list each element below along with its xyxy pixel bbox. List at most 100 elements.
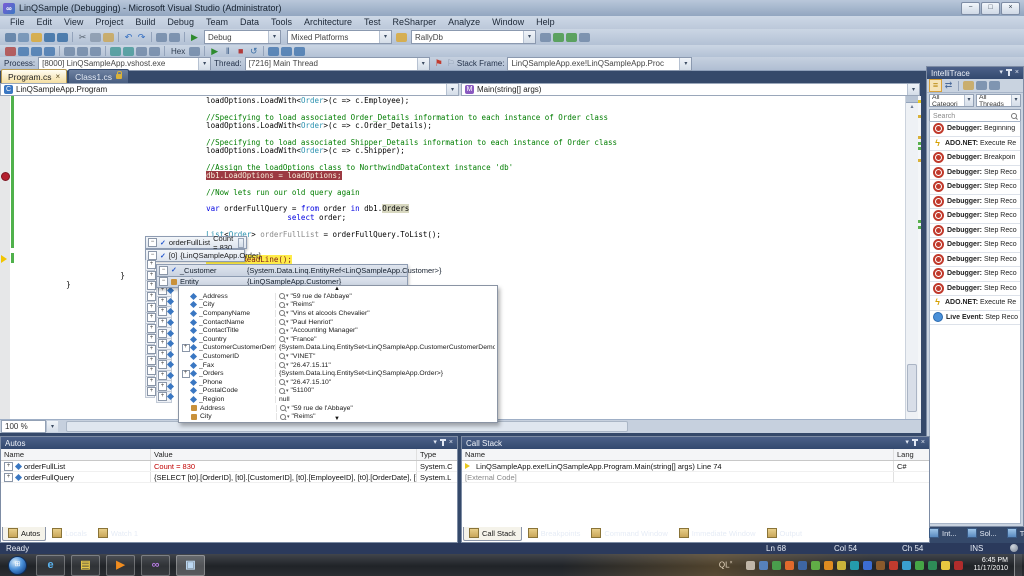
intellitrace-title-bar[interactable]: IntelliTrace ▾ × — [927, 67, 1023, 79]
menu-project[interactable]: Project — [89, 16, 129, 29]
collapsed-item[interactable]: + — [145, 302, 155, 313]
magnifier-icon[interactable]: ▾ — [279, 388, 289, 394]
expand-icon[interactable]: + — [147, 345, 156, 354]
expand-icon[interactable]: + — [158, 307, 167, 316]
expand-icon[interactable]: + — [158, 339, 167, 348]
switch-views-icon[interactable]: ⇄ — [943, 80, 954, 91]
magnifier-icon[interactable]: ▾ — [279, 336, 289, 342]
window-position-icon[interactable]: ▾ — [433, 438, 437, 448]
chevron-down-icon[interactable]: ▾ — [379, 31, 391, 43]
callstack-row[interactable]: [External Code] — [462, 472, 929, 483]
save-all-icon[interactable] — [57, 33, 68, 42]
show-desktop-button[interactable] — [1014, 554, 1022, 576]
collapsed-item[interactable]: + — [145, 387, 155, 398]
callstack-title-bar[interactable]: Call Stack ▾ × — [462, 437, 929, 449]
tray-icon-3[interactable] — [772, 561, 781, 570]
magnifier-icon[interactable]: ▾ — [279, 319, 289, 325]
magnifier-icon[interactable]: ▾ — [279, 379, 289, 385]
collapsed-item[interactable]: + — [145, 292, 155, 303]
collapsed-item[interactable]: + — [145, 324, 155, 335]
datatip-property-list[interactable]: ▲ _Address▾"59 rue de l'Abbaye"_City▾"Re… — [178, 285, 498, 423]
chevron-down-icon[interactable]: ▾ — [198, 58, 210, 70]
database-combo[interactable]: RallyDb ▾ — [411, 30, 536, 44]
expand-icon[interactable]: + — [158, 371, 167, 380]
start-debugging-icon[interactable]: ▶ — [189, 32, 200, 43]
step-over-all-icon[interactable] — [18, 47, 29, 56]
tray-icon-5[interactable] — [798, 561, 807, 570]
edge-tab-sol[interactable]: Sol... — [963, 527, 1001, 540]
pin-datatip-icon[interactable] — [238, 238, 244, 248]
intellitrace-event[interactable]: Debugger: Step Reco — [930, 180, 1020, 195]
menu-tools[interactable]: Tools — [265, 16, 298, 29]
hex-toggle[interactable]: Hex — [171, 47, 185, 56]
restart-icon[interactable]: ↺ — [248, 46, 259, 57]
tray-icon-14[interactable] — [915, 561, 924, 570]
intellitrace-event[interactable]: Debugger: Step Reco — [930, 166, 1020, 181]
flag-threads-icon[interactable] — [77, 47, 88, 56]
menu-window[interactable]: Window — [486, 16, 530, 29]
intellitrace-event[interactable]: Debugger: Step Reco — [930, 267, 1020, 282]
collapsed-item[interactable]: + — [145, 281, 155, 292]
intellitrace-event[interactable]: Debugger: Step Reco — [930, 224, 1020, 239]
column-name[interactable]: Name — [1, 449, 151, 460]
byte-order-icon[interactable] — [189, 47, 200, 56]
datatip-row[interactable]: −✓_Customer{System.Data.Linq.EntityRef<L… — [156, 264, 408, 277]
start-button[interactable]: ⊞ — [8, 556, 27, 575]
step-into-icon[interactable] — [268, 47, 279, 56]
collapsed-item[interactable]: + — [156, 328, 172, 339]
datatip-property-row[interactable]: +_CustomerCustomerDemos{System.Data.Linq… — [181, 344, 495, 353]
chevron-down-icon[interactable]: ▾ — [417, 58, 429, 70]
collapsed-item[interactable]: + — [145, 366, 155, 377]
pause-icon[interactable]: ‖ — [222, 46, 233, 57]
event-list-view-icon[interactable]: ≡ — [930, 80, 941, 91]
collapsed-item[interactable]: + — [145, 345, 155, 356]
solution-configuration-combo[interactable]: Debug ▾ — [204, 30, 281, 44]
category-filter-combo[interactable]: All Categori ▾ — [929, 94, 974, 107]
tray-icon-17[interactable] — [954, 561, 963, 570]
options-icon[interactable] — [989, 81, 1000, 90]
open-file-icon[interactable] — [31, 33, 42, 42]
panel-tab-breakpoints[interactable]: Breakpoints — [523, 527, 586, 540]
autos-row[interactable]: +orderFullQuery{SELECT [t0].[OrderID], [… — [1, 472, 457, 483]
datatip-property-row[interactable]: _Fax▾"26.47.15.11" — [181, 361, 495, 370]
datatip-property-row[interactable]: _CustomerID▾"VINET" — [181, 352, 495, 361]
show-threads-icon[interactable] — [64, 47, 75, 56]
menu-view[interactable]: View — [58, 16, 89, 29]
datatip-property-row[interactable]: _City▾"Reims" — [181, 301, 495, 310]
undo-icon[interactable]: ↶ — [123, 32, 134, 43]
expand-icon[interactable]: + — [147, 324, 156, 333]
taskbar-media-player[interactable]: ▶ — [106, 555, 135, 576]
expand-icon[interactable]: + — [147, 366, 156, 375]
chevron-down-icon[interactable]: ▾ — [446, 84, 458, 95]
expand-icon[interactable]: + — [147, 334, 156, 343]
tray-icon-2[interactable] — [759, 561, 768, 570]
collapsed-item[interactable]: + — [156, 392, 172, 403]
taskbar-visual-studio-debug[interactable]: ▣ — [176, 555, 205, 576]
collapsed-item[interactable]: + — [156, 307, 172, 318]
scroll-down-cue-icon[interactable]: ▼ — [334, 416, 340, 422]
auto-hide-pin-icon[interactable] — [1008, 71, 1010, 76]
autos-row[interactable]: +orderFullListCount = 830System.C — [1, 461, 457, 472]
chevron-down-icon[interactable]: ▾ — [907, 84, 919, 95]
datatip-property-row[interactable]: _Regionnull — [181, 395, 495, 404]
chevron-down-icon[interactable]: ▾ — [679, 58, 691, 70]
expand-icon[interactable]: + — [147, 313, 156, 322]
solution-platform-combo[interactable]: Mixed Platforms ▾ — [287, 30, 392, 44]
taskbar-visual-studio[interactable]: ∞ — [141, 555, 170, 576]
collapsed-item[interactable]: + — [145, 271, 155, 282]
expand-icon[interactable]: + — [147, 271, 156, 280]
expand-icon[interactable]: + — [158, 318, 167, 327]
datatip-property-row[interactable]: _ContactTitle▾"Accounting Manager" — [181, 326, 495, 335]
taskbar-clock[interactable]: 6:45 PM 11/17/2010 — [973, 557, 1008, 573]
datatip-element-0[interactable]: − ✓ [0] {LinQSampleApp.Order} — [145, 249, 245, 262]
flag-outline-icon[interactable]: ⚐ — [447, 58, 455, 69]
taskbar-windows-explorer[interactable]: ▤ — [71, 555, 100, 576]
magnifier-icon[interactable]: ▾ — [279, 302, 289, 308]
panel-tab-call-stack[interactable]: Call Stack — [463, 527, 522, 541]
chevron-down-icon[interactable]: ▾ — [1011, 95, 1020, 106]
collapse-icon[interactable]: − — [159, 277, 168, 286]
expand-icon[interactable]: + — [147, 356, 156, 365]
magnifier-icon[interactable]: ▾ — [279, 310, 289, 316]
tray-icon-1[interactable] — [746, 561, 755, 570]
datatip-property-row[interactable]: _Country▾"France" — [181, 335, 495, 344]
